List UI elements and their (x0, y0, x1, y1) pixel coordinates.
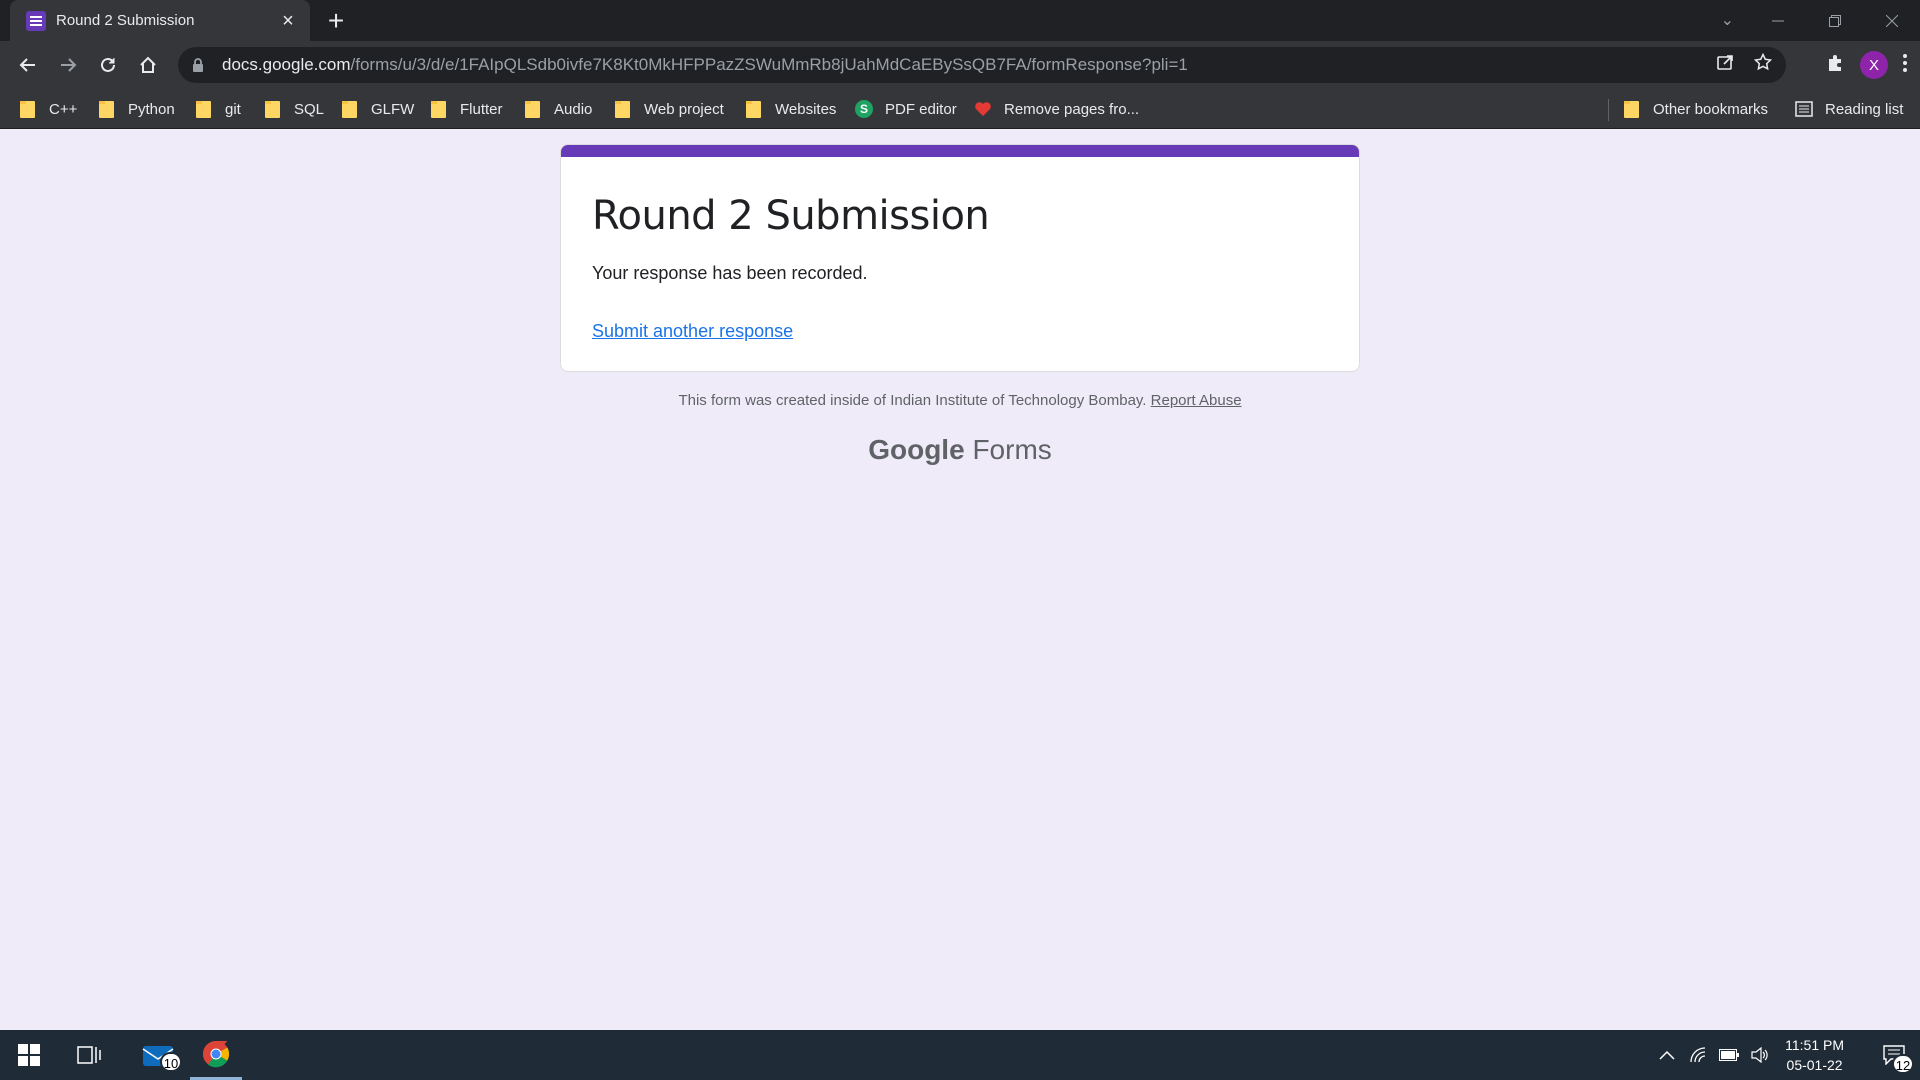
menu-kebab-icon[interactable] (1902, 53, 1908, 78)
tab-search-icon[interactable]: ⌄ (1721, 10, 1734, 30)
bookmark-label: Remove pages fro... (1004, 100, 1140, 118)
restore-icon[interactable] (1806, 0, 1863, 41)
bookmark-label: C++ (49, 100, 78, 118)
reading-list-icon (1795, 101, 1813, 117)
back-arrow-icon[interactable] (12, 49, 44, 81)
url-text[interactable]: docs.google.com/forms/u/3/d/e/1FAIpQLSdb… (222, 55, 1188, 75)
show-hidden-icons-chevron-icon[interactable] (1659, 1050, 1675, 1060)
bookmark-label: Flutter (460, 100, 503, 118)
tab-close-icon[interactable]: × (276, 9, 300, 33)
card-accent-bar (561, 145, 1359, 157)
folder-icon (265, 100, 280, 118)
bookmark-label: PDF editor (885, 100, 957, 118)
minimize-icon[interactable] (1749, 0, 1806, 41)
bookmark-label: Audio (554, 100, 593, 118)
tab-strip: Round 2 Submission × + ⌄ (0, 0, 1920, 41)
bookmark-folder-audio[interactable]: Audio (525, 89, 592, 129)
browser-tab[interactable]: Round 2 Submission × (10, 0, 310, 41)
form-confirmation-card: Round 2 Submission Your response has bee… (560, 144, 1360, 372)
form-origin-text: This form was created inside of Indian I… (678, 392, 1147, 409)
bookmark-folder-cpp[interactable]: C++ (20, 89, 77, 129)
form-title: Round 2 Submission (592, 193, 990, 239)
bookmark-folder-python[interactable]: Python (99, 89, 175, 129)
forms-wordmark: Forms (972, 434, 1052, 465)
windows-taskbar: 10 11:51 PM 05-01-22 12 (0, 1030, 1920, 1080)
folder-icon (615, 100, 630, 118)
bookmark-folder-web-project[interactable]: Web project (615, 89, 724, 129)
reading-list-button[interactable]: Reading list (1795, 89, 1903, 129)
forward-arrow-icon[interactable] (52, 49, 84, 81)
reading-list-label: Reading list (1825, 100, 1904, 118)
chrome-taskbar-icon[interactable] (190, 1030, 242, 1080)
task-view-icon[interactable] (64, 1030, 114, 1080)
battery-icon[interactable] (1719, 1049, 1740, 1061)
clock-time: 11:51 PM (1785, 1037, 1844, 1053)
taskbar-clock[interactable]: 11:51 PM 05-01-22 (1785, 1035, 1844, 1075)
sejda-icon: S (855, 100, 873, 118)
bookmark-label: Web project (644, 100, 724, 118)
lock-icon[interactable] (192, 57, 204, 73)
folder-icon (746, 100, 761, 118)
network-icon[interactable] (1689, 1047, 1707, 1063)
url-host: docs.google.com (222, 55, 351, 74)
mail-badge: 10 (160, 1052, 182, 1072)
bookmark-label: Other bookmarks (1653, 100, 1769, 118)
submit-another-response-link[interactable]: Submit another response (592, 321, 793, 342)
folder-icon (431, 100, 446, 118)
new-tab-icon[interactable]: + (322, 7, 350, 36)
bookmark-pdf-editor[interactable]: S PDF editor (855, 89, 957, 129)
extensions-puzzle-icon[interactable] (1826, 53, 1846, 78)
home-icon[interactable] (132, 49, 164, 81)
bookmarks-bar: C++ Python git SQL GLFW Flutter Audio We… (0, 89, 1920, 129)
url-path: /forms/u/3/d/e/1FAIpQLSdb0ivfe7K8Kt0MkHF… (350, 55, 1188, 74)
folder-icon (196, 100, 211, 118)
clock-date: 05-01-22 (1786, 1057, 1843, 1073)
reload-icon[interactable] (92, 49, 124, 81)
profile-avatar[interactable]: X (1860, 51, 1888, 79)
bookmark-other-bookmarks[interactable]: Other bookmarks (1624, 89, 1768, 129)
bookmark-folder-sql[interactable]: SQL (265, 89, 324, 129)
bookmark-label: GLFW (371, 100, 415, 118)
address-bar[interactable]: docs.google.com/forms/u/3/d/e/1FAIpQLSdb… (178, 47, 1786, 83)
bookmark-remove-pages[interactable]: Remove pages fro... (974, 89, 1139, 129)
folder-icon (20, 100, 35, 118)
close-window-icon[interactable] (1863, 0, 1920, 41)
tab-title: Round 2 Submission (56, 12, 195, 29)
bookmark-label: Python (128, 100, 175, 118)
heart-icon (974, 101, 992, 117)
notifications-badge: 12 (1892, 1054, 1914, 1074)
system-tray: 11:51 PM 05-01-22 12 (1659, 1030, 1920, 1080)
google-forms-logo[interactable]: Google Forms (0, 434, 1920, 466)
folder-icon (99, 100, 114, 118)
browser-toolbar: docs.google.com/forms/u/3/d/e/1FAIpQLSdb… (0, 41, 1920, 89)
response-recorded-message: Your response has been recorded. (592, 263, 868, 283)
volume-icon[interactable] (1751, 1047, 1769, 1063)
bookmark-label: Websites (775, 100, 837, 118)
folder-icon (525, 100, 540, 118)
bookmark-folder-git[interactable]: git (196, 89, 241, 129)
mail-app-icon[interactable]: 10 (132, 1030, 184, 1080)
window-controls (1749, 0, 1920, 41)
bookmark-folder-flutter[interactable]: Flutter (431, 89, 503, 129)
report-abuse-link[interactable]: Report Abuse (1151, 392, 1242, 409)
share-icon[interactable] (1716, 53, 1734, 76)
google-wordmark: Google (868, 434, 965, 465)
bookmark-folder-glfw[interactable]: GLFW (342, 89, 414, 129)
form-footer-note: This form was created inside of Indian I… (0, 392, 1920, 409)
bookmark-folder-websites[interactable]: Websites (746, 89, 836, 129)
action-center-icon[interactable]: 12 (1868, 1030, 1920, 1080)
bookmark-star-icon[interactable] (1753, 52, 1773, 76)
bookmark-label: SQL (294, 100, 325, 118)
windows-start-icon[interactable] (0, 1030, 58, 1080)
bookmarks-divider (1608, 99, 1609, 121)
folder-icon (1624, 100, 1639, 118)
forms-favicon-icon (26, 10, 46, 31)
bookmark-label: git (225, 100, 241, 118)
folder-icon (342, 100, 357, 118)
